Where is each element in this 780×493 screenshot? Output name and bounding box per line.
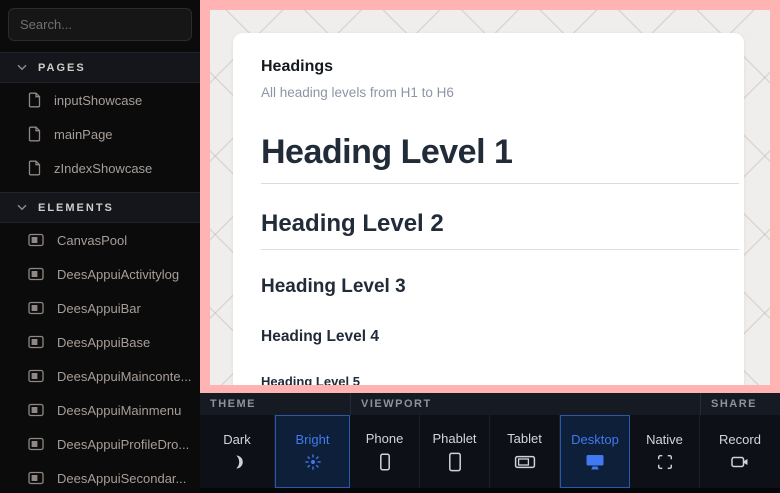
heading-level-5: Heading Level 5 bbox=[261, 374, 739, 385]
sidebar-item-label: DeesAppuiMainmenu bbox=[57, 403, 181, 418]
preview-frame: Headings All heading levels from H1 to H… bbox=[200, 0, 780, 393]
dark-button-label: Dark bbox=[223, 432, 250, 447]
chevron-down-icon bbox=[17, 204, 27, 211]
bright-button-label: Bright bbox=[296, 432, 330, 447]
sidebar-item-label: DeesAppuiMainconte... bbox=[57, 369, 191, 384]
sidebar-item-deesappuiprofiledropdown[interactable]: DeesAppuiProfileDro... bbox=[0, 427, 200, 461]
viewport-tablet-button[interactable]: Tablet bbox=[490, 415, 560, 488]
element-icon bbox=[28, 267, 44, 281]
bottom-toolbar: THEME VIEWPORT SHARE Dark Bright bbox=[200, 393, 780, 493]
sidebar-item-inputshowcase[interactable]: inputShowcase bbox=[0, 83, 200, 117]
card-title: Headings bbox=[261, 58, 739, 76]
element-icon bbox=[28, 233, 44, 247]
sidebar-item-deesappuisecondarymenu[interactable]: DeesAppuiSecondar... bbox=[0, 461, 200, 493]
share-record-button[interactable]: Record bbox=[700, 415, 780, 488]
desktop-icon bbox=[585, 453, 605, 471]
element-icon bbox=[28, 437, 44, 451]
sidebar-item-label: inputShowcase bbox=[54, 93, 142, 108]
sidebar-item-deesappuiactivitylog[interactable]: DeesAppuiActivitylog bbox=[0, 257, 200, 291]
sidebar-item-label: DeesAppuiProfileDro... bbox=[57, 437, 189, 452]
toolbar-buttons: Dark Bright bbox=[200, 415, 780, 488]
toolbar-group-headers: THEME VIEWPORT SHARE bbox=[200, 393, 780, 415]
card-subtitle: All heading levels from H1 to H6 bbox=[261, 85, 739, 100]
app-window: PAGES inputShowcase mainPage zIndexShowc… bbox=[0, 0, 780, 493]
video-camera-icon bbox=[730, 453, 750, 471]
sidebar-item-label: zIndexShowcase bbox=[54, 161, 152, 176]
desktop-button-label: Desktop bbox=[571, 432, 619, 447]
element-icon bbox=[28, 403, 44, 417]
sidebar-item-label: DeesAppuiSecondar... bbox=[57, 471, 186, 486]
sidebar-section-pages[interactable]: PAGES bbox=[0, 52, 200, 83]
fullscreen-corners-icon bbox=[656, 453, 674, 471]
heading-level-1: Heading Level 1 bbox=[261, 133, 739, 172]
native-button-label: Native bbox=[646, 432, 683, 447]
sidebar-item-canvaspool[interactable]: CanvasPool bbox=[0, 223, 200, 257]
chevron-down-icon bbox=[17, 64, 27, 71]
sidebar-section-elements[interactable]: ELEMENTS bbox=[0, 192, 200, 223]
heading-level-2: Heading Level 2 bbox=[261, 210, 739, 238]
toolbar-group-viewport-label: VIEWPORT bbox=[350, 393, 700, 415]
tablet-icon bbox=[514, 452, 536, 472]
main-area: Headings All heading levels from H1 to H… bbox=[200, 0, 780, 493]
element-icon bbox=[28, 301, 44, 315]
sidebar-item-label: mainPage bbox=[54, 127, 113, 142]
heading-level-3: Heading Level 3 bbox=[261, 276, 739, 298]
viewport-phone-button[interactable]: Phone bbox=[350, 415, 420, 488]
element-icon bbox=[28, 471, 44, 485]
theme-bright-button[interactable]: Bright bbox=[275, 415, 350, 488]
sidebar-item-zindexshowcase[interactable]: zIndexShowcase bbox=[0, 151, 200, 185]
section-label-pages: PAGES bbox=[38, 62, 86, 74]
page-icon bbox=[28, 92, 41, 108]
sidebar-item-deesappuimaincontent[interactable]: DeesAppuiMainconte... bbox=[0, 359, 200, 393]
canvas-background: Headings All heading levels from H1 to H… bbox=[210, 10, 770, 385]
phone-icon bbox=[375, 452, 395, 472]
heading-level-4: Heading Level 4 bbox=[261, 328, 739, 346]
heading-divider bbox=[261, 183, 739, 184]
sidebar-item-deesappuibar[interactable]: DeesAppuiBar bbox=[0, 291, 200, 325]
element-icon bbox=[28, 369, 44, 383]
phablet-button-label: Phablet bbox=[432, 431, 476, 446]
toolbar-group-theme-label: THEME bbox=[200, 393, 350, 415]
moon-icon bbox=[228, 453, 246, 471]
toolbar-bottom-strip bbox=[200, 488, 780, 493]
sidebar-item-deesappuibase[interactable]: DeesAppuiBase bbox=[0, 325, 200, 359]
headings-demo-card: Headings All heading levels from H1 to H… bbox=[233, 33, 744, 385]
sidebar-item-label: CanvasPool bbox=[57, 233, 127, 248]
phablet-icon bbox=[445, 452, 465, 472]
sidebar: PAGES inputShowcase mainPage zIndexShowc… bbox=[0, 0, 200, 493]
heading-divider bbox=[261, 249, 739, 250]
search-container bbox=[0, 0, 200, 45]
element-icon bbox=[28, 335, 44, 349]
phone-button-label: Phone bbox=[366, 431, 404, 446]
toolbar-group-share-label: SHARE bbox=[700, 393, 780, 415]
sidebar-item-deesappuimainmenu[interactable]: DeesAppuiMainmenu bbox=[0, 393, 200, 427]
viewport-desktop-button[interactable]: Desktop bbox=[560, 415, 630, 488]
page-icon bbox=[28, 160, 41, 176]
page-icon bbox=[28, 126, 41, 142]
sidebar-item-label: DeesAppuiActivitylog bbox=[57, 267, 179, 282]
sun-icon bbox=[304, 453, 322, 471]
record-button-label: Record bbox=[719, 432, 761, 447]
viewport-native-button[interactable]: Native bbox=[630, 415, 700, 488]
theme-dark-button[interactable]: Dark bbox=[200, 415, 275, 488]
sidebar-item-mainpage[interactable]: mainPage bbox=[0, 117, 200, 151]
sidebar-item-label: DeesAppuiBar bbox=[57, 301, 141, 316]
tablet-button-label: Tablet bbox=[507, 431, 542, 446]
sidebar-item-label: DeesAppuiBase bbox=[57, 335, 150, 350]
viewport-phablet-button[interactable]: Phablet bbox=[420, 415, 490, 488]
section-label-elements: ELEMENTS bbox=[38, 202, 114, 214]
search-input[interactable] bbox=[8, 8, 192, 41]
